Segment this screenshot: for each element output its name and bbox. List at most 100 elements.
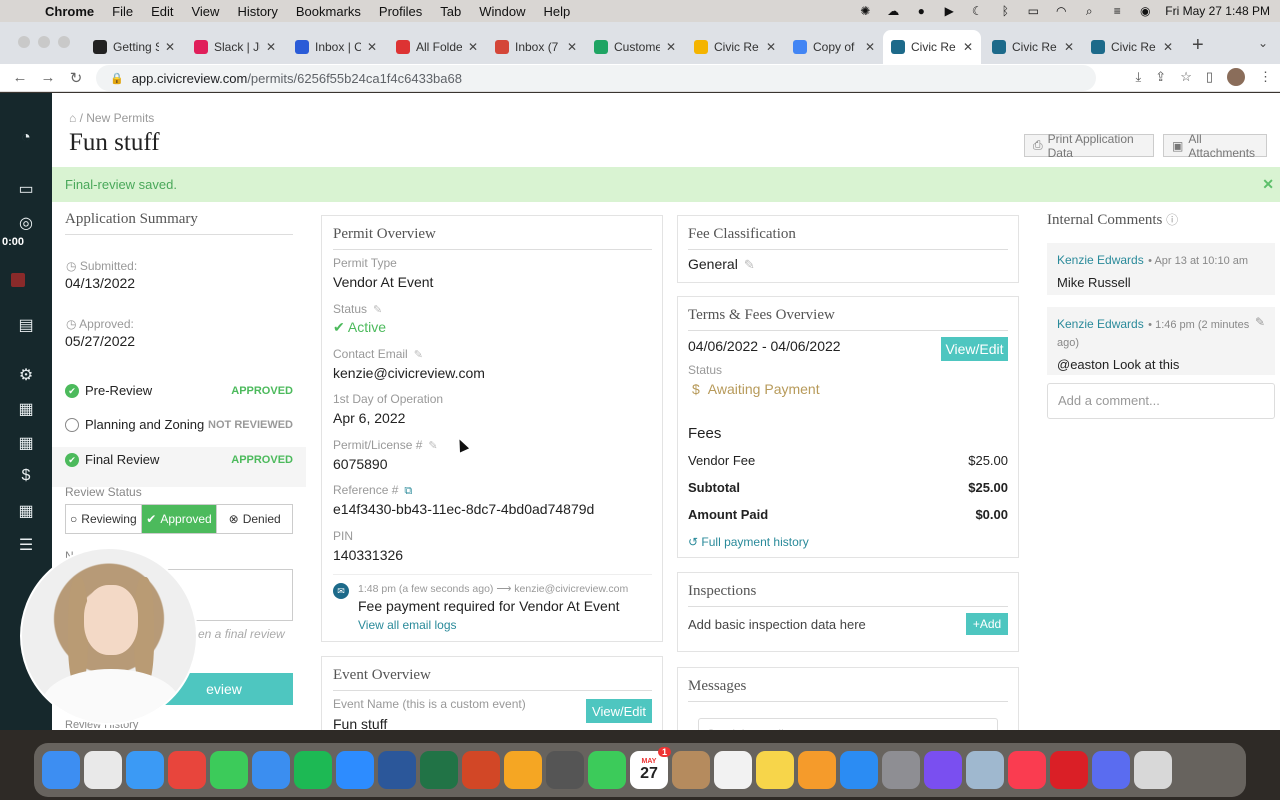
side-panel-icon[interactable]: ▯: [1206, 69, 1213, 85]
menubar-clock[interactable]: Fri May 27 1:48 PM: [1165, 4, 1270, 18]
install-app-icon[interactable]: ⤓: [1136, 69, 1142, 85]
dock-launchpad-icon[interactable]: [84, 751, 122, 789]
comment-author[interactable]: Kenzie Edwards: [1057, 317, 1144, 331]
dock-pages-icon[interactable]: [798, 751, 836, 789]
address-bar[interactable]: 🔒 app.civicreview.com/permits/6256f55b24…: [96, 65, 1096, 91]
review-planning-zoning[interactable]: Planning and Zoning NOT REVIEWED: [65, 417, 293, 432]
event-view-edit-button[interactable]: View/Edit: [586, 699, 652, 723]
browser-tab[interactable]: Slack | Ju ✕: [186, 30, 284, 64]
dock-trash-icon[interactable]: [1134, 751, 1172, 789]
minimize-window-button[interactable]: [38, 36, 50, 48]
sun-icon[interactable]: ✺: [857, 5, 873, 17]
close-icon[interactable]: ✕: [1262, 176, 1274, 193]
dock-mail-icon[interactable]: [252, 751, 290, 789]
close-tab-icon[interactable]: ✕: [666, 40, 676, 54]
browser-tab[interactable]: Copy of ✕: [785, 30, 883, 64]
control-center-icon[interactable]: ≡: [1109, 5, 1125, 17]
check-circle-icon[interactable]: ◎: [0, 213, 52, 233]
pencil-icon[interactable]: ✎: [744, 257, 755, 272]
pencil-icon[interactable]: ✎: [1255, 315, 1265, 329]
help-circle-icon[interactable]: ⓘ: [1166, 213, 1178, 227]
menu-app-name[interactable]: Chrome: [45, 4, 94, 19]
browser-tab[interactable]: Inbox | C ✕: [287, 30, 385, 64]
close-tab-icon[interactable]: ✕: [963, 40, 973, 54]
dock-system-preferences-icon[interactable]: [882, 751, 920, 789]
close-tab-icon[interactable]: ✕: [367, 40, 377, 54]
bluetooth-icon[interactable]: ᛒ: [997, 5, 1013, 17]
dock-app-store-icon[interactable]: [840, 751, 878, 789]
dock-messages-icon[interactable]: [210, 751, 248, 789]
dock-contacts-icon[interactable]: [672, 751, 710, 789]
dock-music-icon[interactable]: [1008, 751, 1046, 789]
dock-finder-icon[interactable]: [42, 751, 80, 789]
close-tab-icon[interactable]: ✕: [567, 40, 577, 54]
browser-tab[interactable]: Getting S ✕: [85, 30, 183, 64]
menu-edit[interactable]: Edit: [151, 4, 173, 19]
dock-settings-gear-icon[interactable]: [1092, 751, 1130, 789]
add-comment-input[interactable]: Add a comment...: [1047, 383, 1275, 419]
cloud-icon[interactable]: ☁: [885, 5, 901, 17]
new-tab-button[interactable]: +: [1192, 34, 1204, 57]
table-icon[interactable]: ▦: [0, 501, 52, 521]
menu-profiles[interactable]: Profiles: [379, 4, 422, 19]
dock-chrome-icon[interactable]: [168, 751, 206, 789]
review-final-review[interactable]: ✔ Final Review APPROVED: [65, 452, 293, 467]
comment-author[interactable]: Kenzie Edwards: [1057, 253, 1144, 267]
close-tab-icon[interactable]: ✕: [1163, 40, 1173, 54]
browser-tab[interactable]: Civic Re ✕: [1083, 30, 1181, 64]
moon-icon[interactable]: ☾: [969, 5, 985, 17]
menu-help[interactable]: Help: [544, 4, 571, 19]
dock-safari-icon[interactable]: [126, 751, 164, 789]
calendar-check-icon[interactable]: ▦: [0, 399, 52, 419]
dock-word-icon[interactable]: [378, 751, 416, 789]
denied-option[interactable]: ⊗ Denied: [217, 505, 292, 533]
dock-zoom-icon[interactable]: [336, 751, 374, 789]
dock-creative-cloud-icon[interactable]: [1050, 751, 1088, 789]
dock-photos-icon[interactable]: [504, 751, 542, 789]
play-icon[interactable]: ▶: [941, 5, 957, 17]
close-tab-icon[interactable]: ✕: [1064, 40, 1074, 54]
print-application-data-button[interactable]: ⎙ Print Application Data: [1024, 132, 1154, 160]
menu-history[interactable]: History: [237, 4, 277, 19]
full-payment-history-link[interactable]: ↺ Full payment history: [688, 535, 809, 549]
browser-tab[interactable]: Inbox (7 ✕: [487, 30, 585, 64]
dock-messenger-icon[interactable]: [924, 751, 962, 789]
external-link-icon[interactable]: ⧉: [404, 485, 412, 497]
add-inspection-button[interactable]: + Add: [966, 613, 1008, 635]
battery-icon[interactable]: ▭: [1025, 5, 1041, 17]
close-tab-icon[interactable]: ✕: [468, 40, 478, 54]
chrome-menu-icon[interactable]: ⋮: [1259, 69, 1272, 85]
browser-tab[interactable]: Civic Re ✕: [984, 30, 1082, 64]
calendar-icon[interactable]: ▦: [0, 433, 52, 453]
menu-file[interactable]: File: [112, 4, 133, 19]
reload-icon[interactable]: ↻: [62, 69, 90, 87]
forward-arrow-icon[interactable]: →: [34, 69, 62, 86]
menu-view[interactable]: View: [191, 4, 219, 19]
close-window-button[interactable]: [18, 36, 30, 48]
dock-facetime-icon[interactable]: [588, 751, 626, 789]
menu-window[interactable]: Window: [479, 4, 525, 19]
wifi-icon[interactable]: ◠: [1053, 5, 1069, 17]
menu-tab[interactable]: Tab: [440, 4, 461, 19]
close-tab-icon[interactable]: ✕: [165, 40, 175, 54]
dock-calendar-icon[interactable]: MAY 27 1: [630, 747, 671, 789]
bookmark-star-icon[interactable]: ☆: [1180, 69, 1192, 85]
browser-tab[interactable]: Civic Re ✕: [883, 30, 981, 64]
message-input[interactable]: Send the applicant a message...: [698, 718, 998, 730]
inbox-icon[interactable]: ▭: [0, 179, 52, 199]
dock-notes-icon[interactable]: [756, 751, 794, 789]
browser-tab[interactable]: All Folde ✕: [388, 30, 486, 64]
browser-tab[interactable]: Civic Re ✕: [686, 30, 784, 64]
browser-tab[interactable]: Custome ✕: [586, 30, 684, 64]
pencil-icon[interactable]: ✎: [373, 304, 382, 316]
home-icon[interactable]: ⌂: [69, 111, 76, 125]
dock-spotify-icon[interactable]: [294, 751, 332, 789]
spotlight-icon[interactable]: ⌕: [1081, 5, 1097, 17]
menu-bookmarks[interactable]: Bookmarks: [296, 4, 361, 19]
tab-search-chevron-icon[interactable]: ⌄: [1258, 36, 1268, 50]
review-pre-review[interactable]: ✔ Pre-Review APPROVED: [65, 383, 293, 398]
dock-powerpoint-icon[interactable]: [462, 751, 500, 789]
close-tab-icon[interactable]: ✕: [266, 40, 276, 54]
dock-preview-icon[interactable]: [966, 751, 1004, 789]
back-arrow-icon[interactable]: ←: [6, 69, 34, 86]
